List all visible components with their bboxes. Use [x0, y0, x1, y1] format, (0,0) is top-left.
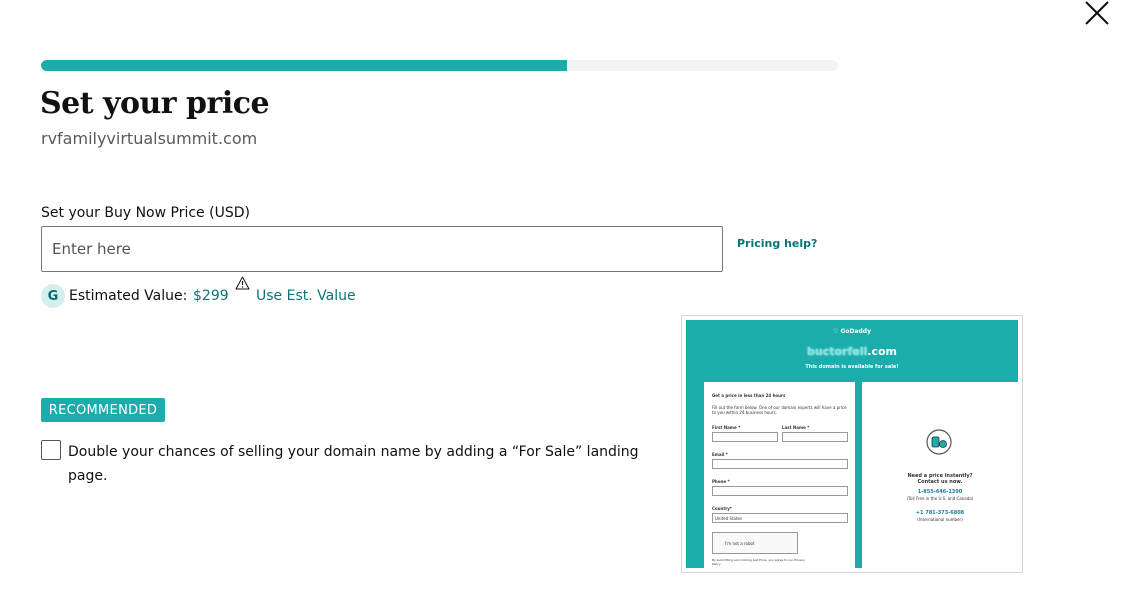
preview-country-label: Country*: [712, 506, 732, 511]
preview-captcha-label: I'm not a robot: [725, 541, 755, 546]
preview-logo-text: GoDaddy: [840, 328, 872, 335]
preview-subtitle: This domain is available for sale!: [805, 364, 899, 370]
page-title: Set your price: [40, 86, 270, 121]
preview-toll-free: (Toll Free in the U.S. and Canada): [906, 496, 974, 501]
godaddy-g-icon: G: [41, 284, 65, 308]
price-input[interactable]: [41, 226, 723, 272]
phone-support-icon: [926, 429, 952, 455]
preview-country-select: United States: [712, 513, 848, 523]
preview-email-field: [712, 459, 848, 469]
close-icon[interactable]: [1083, 0, 1111, 28]
preview-email-label: Email *: [712, 452, 728, 457]
preview-last-name-field: [782, 432, 848, 442]
preview-domain-suffix: .com: [867, 345, 897, 358]
preview-form-title: Get a price in less than 24 hours: [712, 393, 786, 398]
preview-contact-us: Contact us now.: [917, 479, 963, 485]
domain-name: rvfamilyvirtualsummit.com: [41, 129, 258, 148]
preview-domain: buctorfell.com: [686, 345, 1018, 358]
pricing-help-link[interactable]: Pricing help?: [737, 237, 817, 250]
preview-contact-panel: Need a price instantly? Contact us now. …: [862, 382, 1018, 568]
preview-phone-us: 1-855-646-1390: [917, 489, 963, 495]
landing-page-preview: ♡ GoDaddy buctorfell.com This domain is …: [681, 315, 1023, 573]
preview-intl: (International number): [917, 517, 963, 522]
warning-triangle-icon[interactable]: [235, 276, 250, 290]
preview-form-intro: Fill out the form below. One of our doma…: [712, 405, 847, 415]
estimated-value: $299: [193, 288, 229, 304]
recommended-badge: RECOMMENDED: [41, 398, 165, 422]
preview-logo: ♡ GoDaddy: [832, 328, 872, 335]
preview-consent: By submitting and clicking Get Price, yo…: [712, 558, 806, 566]
use-estimated-value-link[interactable]: Use Est. Value: [256, 288, 356, 304]
preview-phone-field: [712, 486, 848, 496]
preview-phone-label: Phone *: [712, 479, 730, 484]
progress-bar: [41, 60, 838, 71]
preview-captcha: I'm not a robot: [712, 532, 798, 554]
close-button[interactable]: [1083, 0, 1111, 28]
preview-domain-blurred: buctorfell: [807, 345, 868, 358]
progress-bar-fill: [41, 60, 568, 71]
preview-form-panel: Get a price in less than 24 hours Fill o…: [704, 382, 857, 568]
landing-page-checkbox-label[interactable]: Double your chances of selling your doma…: [68, 440, 668, 488]
preview-country-value: United States: [715, 516, 743, 521]
price-field-label: Set your Buy Now Price (USD): [41, 205, 250, 221]
preview-phone-intl: +1 781-373-6808: [915, 510, 965, 516]
landing-page-checkbox[interactable]: [41, 440, 61, 460]
preview-first-name-label: First Name *: [712, 425, 741, 430]
preview-last-name-label: Last Name *: [782, 425, 810, 430]
estimated-value-label: Estimated Value:: [69, 288, 188, 304]
preview-first-name-field: [712, 432, 778, 442]
landing-page-preview-canvas: ♡ GoDaddy buctorfell.com This domain is …: [686, 320, 1018, 568]
